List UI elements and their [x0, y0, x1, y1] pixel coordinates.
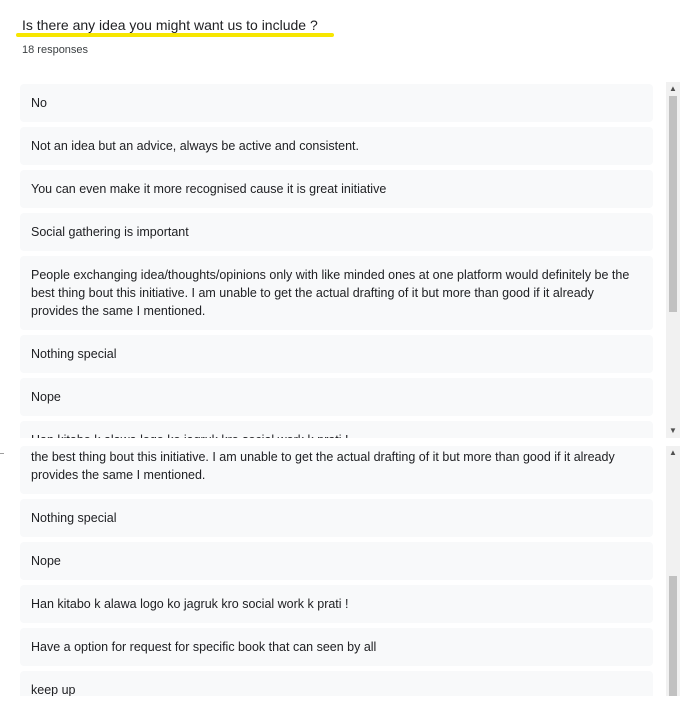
response-item: Nope: [20, 378, 653, 416]
response-item: the best thing bout this initiative. I a…: [20, 446, 653, 494]
response-item: No: [20, 84, 653, 122]
vertical-scrollbar[interactable]: ▲: [666, 446, 680, 696]
scroll-up-arrow-icon[interactable]: ▲: [666, 446, 680, 460]
response-item: Nothing special: [20, 335, 653, 373]
response-item: Not an idea but an advice, always be act…: [20, 127, 653, 165]
responses-list-bottom[interactable]: the best thing bout this initiative. I a…: [20, 446, 680, 696]
tick-mark: [0, 453, 4, 454]
response-item: Have a option for request for specific b…: [20, 628, 653, 666]
response-item: Nope: [20, 542, 653, 580]
vertical-scrollbar[interactable]: ▲ ▼: [666, 82, 680, 438]
question-title: Is there any idea you might want us to i…: [22, 17, 318, 33]
responses-list-top[interactable]: No Not an idea but an advice, always be …: [20, 82, 680, 438]
response-item: You can even make it more recognised cau…: [20, 170, 653, 208]
response-item: Han kitabo k alawa logo ko jagruk kro so…: [20, 421, 653, 438]
response-item: Social gathering is important: [20, 213, 653, 251]
question-highlight-underline: [16, 33, 334, 37]
scroll-up-arrow-icon[interactable]: ▲: [666, 82, 680, 96]
scroll-down-arrow-icon[interactable]: ▼: [666, 424, 680, 438]
response-item: keep up: [20, 671, 653, 696]
response-item: Nothing special: [20, 499, 653, 537]
response-item: People exchanging idea/thoughts/opinions…: [20, 256, 653, 330]
response-count: 18 responses: [22, 44, 89, 56]
response-item: Han kitabo k alawa logo ko jagruk kro so…: [20, 585, 653, 623]
scrollbar-thumb[interactable]: [669, 96, 677, 312]
scrollbar-thumb[interactable]: [669, 576, 677, 696]
